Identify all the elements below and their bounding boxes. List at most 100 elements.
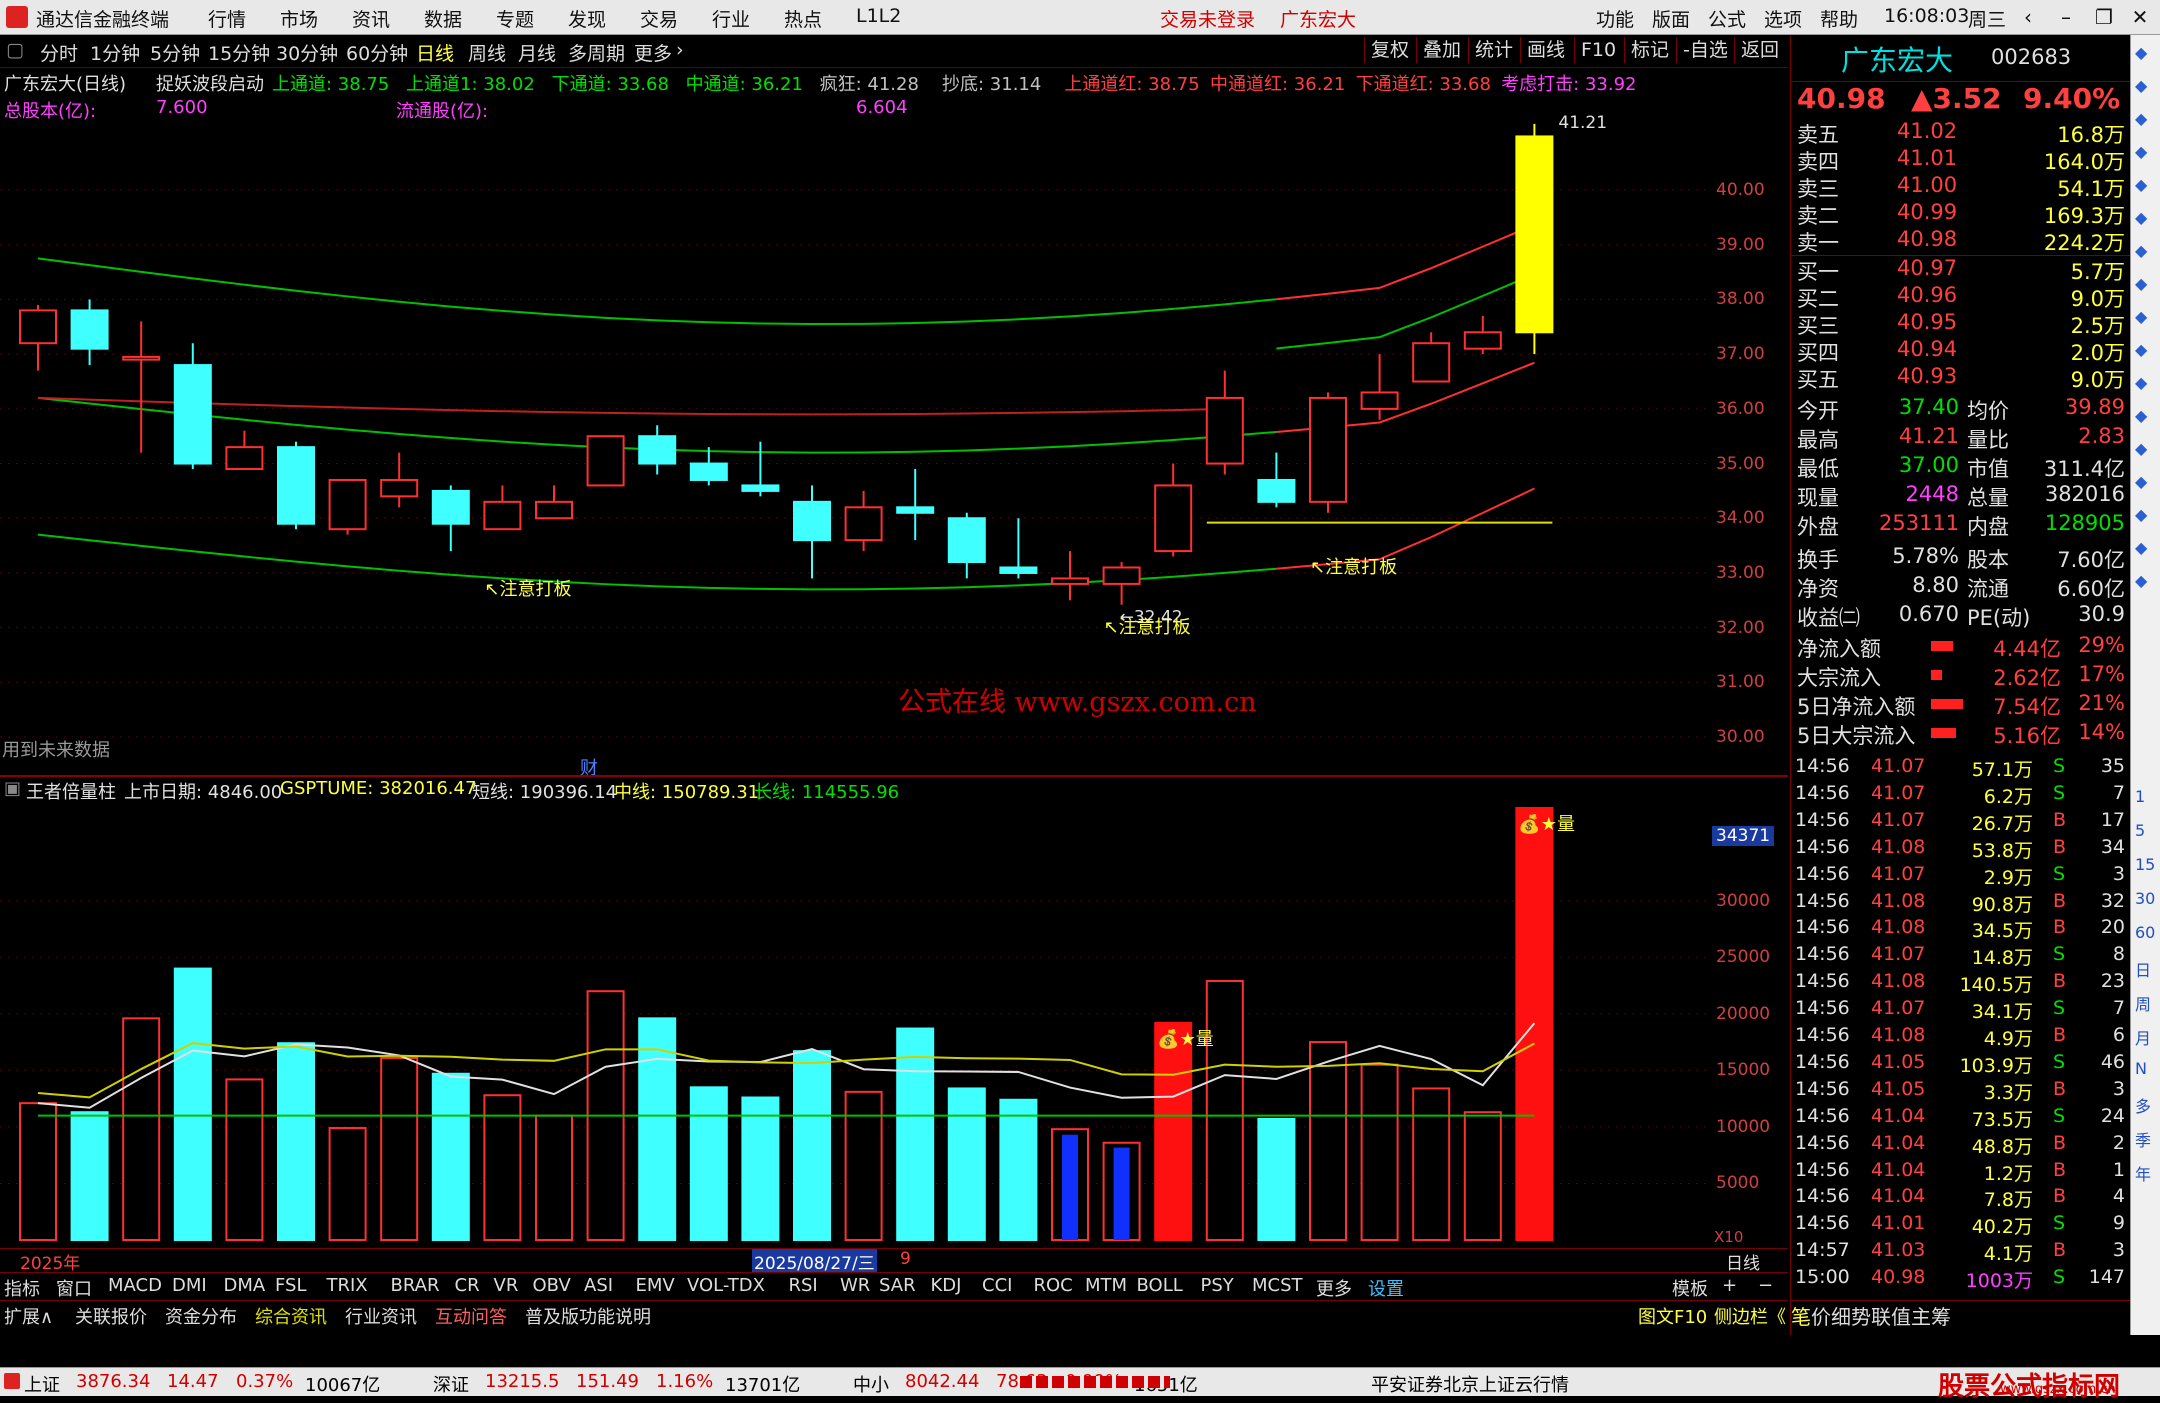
sidebar-grid-icon[interactable]: ◆: [2135, 142, 2147, 161]
candle[interactable]: [689, 462, 728, 481]
candle[interactable]: [638, 435, 677, 465]
period-tab[interactable]: 月线: [518, 39, 556, 66]
indicator-tab[interactable]: MTM: [1085, 1275, 1127, 1296]
volume-bar[interactable]: [1463, 1111, 1502, 1241]
sidebar-period[interactable]: 年: [2135, 1161, 2151, 1185]
ask-row[interactable]: 卖二 40.99 169.3万: [1791, 200, 2131, 228]
indicator-tab[interactable]: VR: [494, 1275, 519, 1296]
indicator-tab[interactable]: CR: [455, 1275, 480, 1296]
candlestick-chart[interactable]: 41.21←32.42↖注意打板↖注意打板↖注意打板: [0, 68, 1710, 773]
period-tab[interactable]: 1分钟: [90, 39, 140, 66]
candle[interactable]: [844, 506, 883, 542]
indicator-tab[interactable]: MCST: [1252, 1275, 1303, 1296]
panel-tab[interactable]: 笔: [1791, 1305, 1811, 1329]
candle[interactable]: [1154, 484, 1193, 553]
candle[interactable]: [1257, 478, 1296, 503]
sidebar-toggle[interactable]: 侧边栏《: [1714, 1303, 1786, 1329]
sidebar-period[interactable]: 季: [2135, 1127, 2151, 1151]
period-tab[interactable]: 周线: [468, 39, 506, 66]
candle[interactable]: [1051, 577, 1089, 585]
sidebar-period[interactable]: 30: [2135, 889, 2155, 908]
sidebar-list-icon[interactable]: ◆: [2135, 208, 2147, 227]
bottom-tab[interactable]: 扩展∧: [4, 1303, 53, 1329]
volume-bar[interactable]: [689, 1086, 728, 1241]
bid-row[interactable]: 买三 40.95 2.5万: [1791, 310, 2131, 338]
panel-tab[interactable]: 主: [1911, 1305, 1931, 1329]
menu-item[interactable]: 数据: [424, 5, 462, 32]
volume-bar[interactable]: [896, 1027, 935, 1241]
candle[interactable]: [70, 309, 109, 350]
close-icon[interactable]: ✕: [2120, 2, 2160, 32]
sidebar-up-arrow-icon[interactable]: ◆: [2135, 76, 2147, 95]
ask-row[interactable]: 卖三 41.00 54.1万: [1791, 173, 2131, 201]
menu-item[interactable]: 发现: [568, 5, 606, 32]
pane-divider[interactable]: [0, 775, 1788, 777]
candle[interactable]: [793, 500, 831, 542]
candle[interactable]: [586, 435, 625, 487]
volume-bar[interactable]: [328, 1127, 367, 1241]
toolbar-button[interactable]: 标记: [1624, 37, 1675, 63]
candle[interactable]: [896, 506, 935, 514]
ask-row[interactable]: 卖四 41.01 164.0万: [1791, 146, 2131, 174]
indicator-tab[interactable]: KDJ: [931, 1275, 962, 1296]
bid-row[interactable]: 买四 40.94 2.0万: [1791, 337, 2131, 365]
volume-bar[interactable]: [431, 1072, 470, 1241]
menu-item[interactable]: 行情: [208, 5, 246, 32]
remove-pane-icon[interactable]: −: [1758, 1275, 1773, 1296]
candle[interactable]: [483, 500, 522, 531]
sidebar-fs-icon[interactable]: ◆: [2135, 538, 2147, 557]
volume-bar[interactable]: [844, 1090, 883, 1241]
template-button[interactable]: 模板: [1672, 1275, 1708, 1301]
chevron-right-icon[interactable]: ›: [676, 39, 684, 61]
volume-bar[interactable]: [1360, 1063, 1399, 1241]
candle[interactable]: [999, 566, 1038, 574]
sidebar-period[interactable]: N: [2135, 1059, 2147, 1078]
volume-bar[interactable]: [483, 1094, 522, 1241]
ask-row[interactable]: 卖五 41.02 16.8万: [1791, 119, 2131, 147]
bottom-tab[interactable]: 行业资讯: [345, 1303, 417, 1329]
indicator-tab[interactable]: ROC: [1034, 1275, 1073, 1296]
sidebar-period[interactable]: 周: [2135, 991, 2151, 1015]
candle[interactable]: [380, 478, 419, 498]
sidebar-news-icon[interactable]: ◆: [2135, 274, 2147, 293]
bid-row[interactable]: 买二 40.96 9.0万: [1791, 283, 2131, 311]
panel-tab[interactable]: 势: [1851, 1305, 1871, 1329]
volume-bar[interactable]: [1309, 1041, 1347, 1241]
sidebar-period[interactable]: 多: [2135, 1093, 2151, 1117]
volume-bar[interactable]: [1154, 1021, 1193, 1241]
bid-row[interactable]: 买五 40.93 9.0万: [1791, 364, 2131, 392]
toolbar-button[interactable]: 画线: [1520, 37, 1571, 63]
volume-bar[interactable]: [999, 1098, 1038, 1241]
period-tab[interactable]: 15分钟: [208, 39, 270, 66]
collapse-icon[interactable]: ▢: [6, 39, 24, 61]
candle[interactable]: [173, 364, 212, 465]
panel-tab[interactable]: 价: [1811, 1305, 1831, 1329]
f10-button[interactable]: 图文F10: [1638, 1303, 1707, 1329]
candle[interactable]: [122, 355, 161, 361]
indicator-tab[interactable]: 设置: [1368, 1275, 1404, 1301]
indicator-tab[interactable]: VOL-TDX: [687, 1275, 765, 1296]
menu-item[interactable]: L1L2: [856, 5, 901, 27]
volume-bar[interactable]: [225, 1078, 264, 1241]
period-tab[interactable]: 5分钟: [150, 39, 200, 66]
candle[interactable]: [1309, 396, 1347, 503]
candle[interactable]: [277, 446, 315, 525]
menu-item[interactable]: 版面: [1652, 5, 1690, 32]
sidebar-period[interactable]: 5: [2135, 821, 2145, 840]
sidebar-save-icon[interactable]: ◆: [2135, 571, 2147, 590]
add-pane-icon[interactable]: +: [1722, 1275, 1737, 1296]
sidebar-period[interactable]: 1: [2135, 787, 2145, 806]
minimize-icon[interactable]: –: [2046, 2, 2086, 32]
candle[interactable]: [1463, 331, 1502, 350]
indicator-tab[interactable]: MACD: [108, 1275, 162, 1296]
volume-bar[interactable]: [535, 1114, 573, 1241]
indicator-tab[interactable]: SAR: [879, 1275, 916, 1296]
candle[interactable]: [741, 484, 780, 492]
menu-item[interactable]: 行业: [712, 5, 750, 32]
sidebar-link-icon[interactable]: ◆: [2135, 373, 2147, 392]
sidebar-period[interactable]: 15: [2135, 855, 2155, 874]
bottom-tab[interactable]: 资金分布: [165, 1303, 237, 1329]
restore-icon[interactable]: ❐: [2084, 2, 2124, 32]
candle[interactable]: [1412, 342, 1451, 383]
candle[interactable]: [1102, 566, 1141, 585]
